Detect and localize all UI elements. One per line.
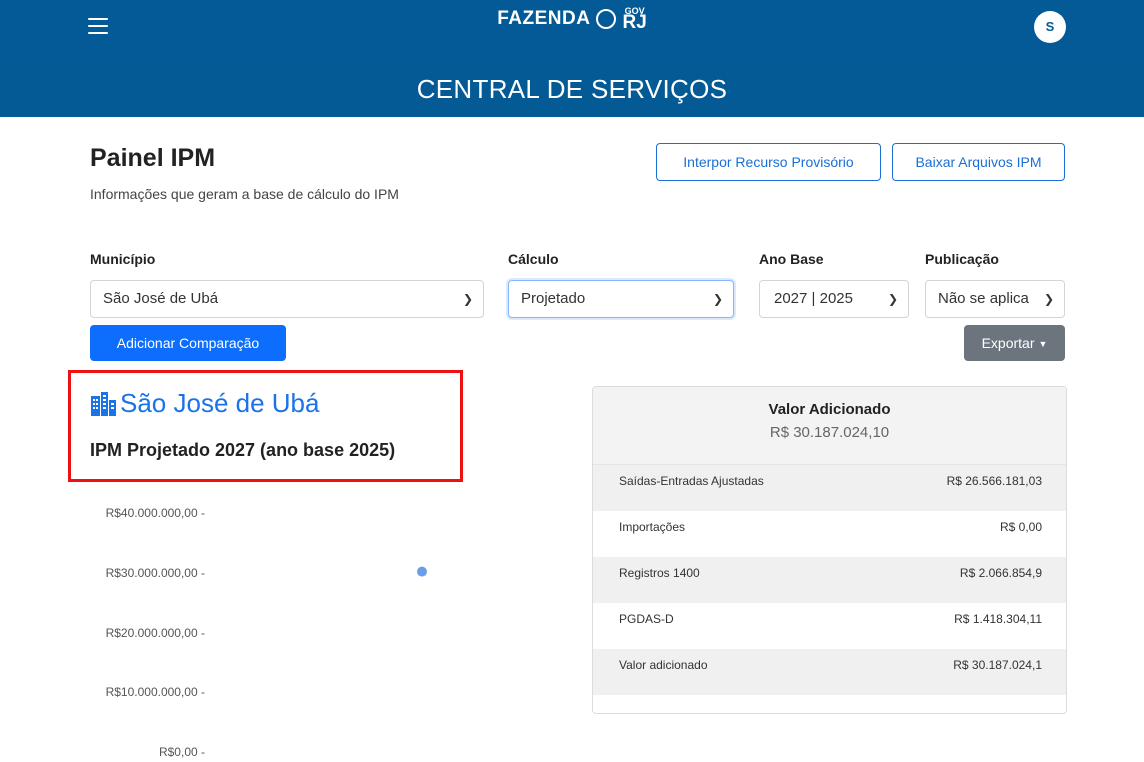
chevron-down-icon: ❯ (712, 292, 723, 306)
calculo-select[interactable]: Projetado ❯ (508, 280, 734, 318)
ano-base-value: 2027 | 2025 (774, 290, 853, 307)
exportar-label: Exportar (981, 335, 1035, 351)
rj-label: RJ (622, 12, 647, 34)
user-avatar[interactable]: S (1034, 11, 1066, 43)
buildings-icon (91, 391, 116, 416)
y-tick-label: R$20.000.000,00 - (105, 625, 205, 640)
municipality-heading: São José de Ubá (90, 388, 319, 419)
card-row: PGDAS-D R$ 1.418.304,11 (593, 603, 1066, 649)
caret-down-icon: ▼ (1038, 339, 1048, 350)
card-row: Valor adicionado R$ 30.187.024,1 (593, 649, 1066, 695)
card-row-label: Valor adicionado (619, 658, 708, 672)
y-tick-label: R$30.000.000,00 - (105, 565, 205, 580)
card-row-value: R$ 1.418.304,11 (954, 612, 1042, 626)
card-row-label: Registros 1400 (619, 566, 700, 580)
card-row-label: Saídas-Entradas Ajustadas (619, 474, 764, 488)
card-row-label: PGDAS-D (619, 612, 674, 626)
interpor-recurso-button[interactable]: Interpor Recurso Provisório (656, 143, 881, 181)
publicacao-label: Publicação (925, 251, 999, 267)
municipio-label: Município (90, 251, 156, 267)
baixar-arquivos-button[interactable]: Baixar Arquivos IPM (892, 143, 1065, 181)
valor-adicionado-card: Valor Adicionado R$ 30.187.024,10 Saídas… (592, 386, 1067, 714)
page-title: Painel IPM (90, 144, 216, 172)
section-title: CENTRAL DE SERVIÇOS (416, 74, 728, 104)
y-tick-label: R$0,00 - (158, 745, 205, 759)
card-header: Valor Adicionado R$ 30.187.024,10 (593, 387, 1066, 465)
calculo-value: Projetado (521, 290, 586, 307)
y-tick-label: R$40.000.000,00 - (105, 506, 205, 520)
card-total: R$ 30.187.024,10 (769, 424, 890, 441)
card-title: Valor Adicionado (768, 401, 891, 418)
adicionar-comparacao-button[interactable]: Adicionar Comparação (90, 325, 286, 361)
card-row-value: R$ 26.566.181,03 (946, 474, 1042, 488)
card-rows: Saídas-Entradas Ajustadas R$ 26.566.181,0… (593, 465, 1066, 695)
card-row-value: R$ 2.066.854,9 (959, 566, 1042, 580)
municipio-select[interactable]: São José de Ubá ❯ (90, 280, 484, 318)
y-tick-label: R$10.000.000,00 - (105, 685, 205, 700)
chevron-down-icon: ❯ (887, 292, 898, 306)
ipm-subtitle: IPM Projetado 2027 (ano base 2025) (90, 440, 396, 460)
municipality-name: São José de Ubá (120, 388, 320, 418)
publicacao-select[interactable]: Não se aplica ❯ (925, 280, 1065, 318)
state-seal-icon (596, 9, 617, 30)
card-row: Saídas-Entradas Ajustadas R$ 26.566.181,0… (593, 465, 1066, 511)
gov-rj-mark: GOV RJ (622, 6, 647, 34)
card-row-value: R$ 30.187.024,1 (953, 658, 1042, 672)
data-point[interactable] (417, 566, 427, 577)
card-row-value: R$ 0,00 (999, 520, 1042, 534)
ano-base-select[interactable]: 2027 | 2025 ❯ (759, 280, 909, 318)
card-row-label: Importações (619, 520, 686, 534)
ano-base-label: Ano Base (759, 251, 824, 267)
card-row: Importações R$ 0,00 (593, 511, 1066, 557)
chevron-down-icon: ❯ (1043, 292, 1054, 306)
top-navbar: FAZENDA GOV RJ S (0, 0, 1144, 62)
fazenda-logo: FAZENDA GOV RJ (0, 6, 1144, 34)
publicacao-value: Não se aplica (938, 290, 1029, 307)
municipio-value: São José de Ubá (103, 290, 219, 307)
chevron-down-icon: ❯ (462, 292, 473, 306)
scatter-chart (417, 566, 427, 577)
page-description: Informações que geram a base de cálculo … (90, 186, 399, 202)
highlight-box (68, 370, 463, 482)
logo-brand-text: FAZENDA (497, 8, 591, 30)
calculo-label: Cálculo (508, 251, 559, 267)
card-row: Registros 1400 R$ 2.066.854,9 (593, 557, 1066, 603)
exportar-dropdown-button[interactable]: Exportar ▼ (964, 325, 1065, 361)
